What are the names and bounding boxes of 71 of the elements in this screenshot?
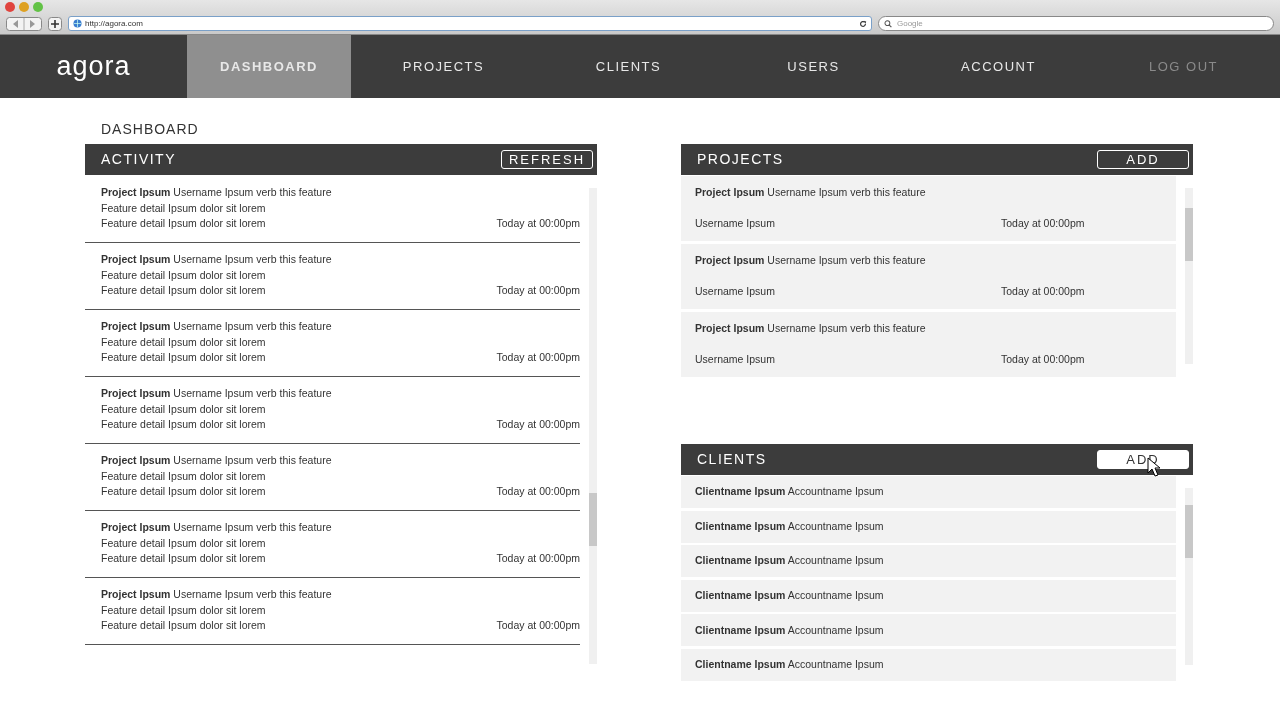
timestamp: Today at 00:00pm [496, 350, 580, 365]
project-user: Username Ipsum [695, 216, 775, 231]
timestamp: Today at 00:00pm [1001, 352, 1085, 367]
project-headline: Project Ipsum Username Ipsum verb this feature [695, 321, 927, 336]
activity-headline: Project Ipsum Username Ipsum verb this feature [101, 587, 333, 602]
nav-tab[interactable]: PROJECTS [351, 35, 536, 98]
activity-headline: Project Ipsum Username Ipsum verb this feature [101, 453, 333, 468]
timestamp: Today at 00:00pm [496, 618, 580, 633]
reload-icon[interactable] [859, 19, 867, 28]
nav-tab[interactable]: USERS [721, 35, 906, 98]
search-placeholder: Google [897, 17, 923, 30]
nav-tab[interactable]: ACCOUNT [906, 35, 1091, 98]
activity-detail: Feature detail Ipsum dolor sit lorem [101, 618, 266, 633]
activity-detail: Feature detail Ipsum dolor sit lorem [101, 334, 266, 350]
activity-detail: Feature detail Ipsum dolor sit lorem [101, 267, 266, 283]
project-headline: Project Ipsum Username Ipsum verb this feature [695, 253, 927, 268]
client-row[interactable]: Clientname Ipsum Accountname Ipsum [681, 614, 1176, 647]
client-row[interactable]: Clientname Ipsum Accountname Ipsum [681, 545, 1176, 578]
client-row[interactable]: Clientname Ipsum Accountname Ipsum [681, 579, 1176, 612]
activity-detail: Feature detail Ipsum dolor sit lorem [101, 602, 266, 618]
scrollbar[interactable] [1185, 488, 1193, 665]
project-row[interactable]: Project Ipsum Username Ipsum verb this feature Username Ipsum Today at 00:00pm [681, 244, 1176, 309]
logo[interactable]: agora [0, 35, 187, 98]
add-button[interactable]: ADD [1097, 150, 1189, 169]
activity-detail: Feature detail Ipsum dolor sit lorem [101, 484, 266, 499]
activity-detail: Feature detail Ipsum dolor sit lorem [101, 283, 266, 298]
project-user: Username Ipsum [695, 352, 775, 367]
timestamp: Today at 00:00pm [496, 283, 580, 298]
activity-detail: Feature detail Ipsum dolor sit lorem [101, 535, 266, 551]
globe-icon [73, 19, 82, 28]
activity-detail: Feature detail Ipsum dolor sit lorem [101, 551, 266, 566]
search-icon [884, 19, 894, 28]
back-forward-icon[interactable] [6, 16, 42, 31]
client-row[interactable]: Clientname Ipsum Accountname Ipsum [681, 648, 1176, 681]
panel-title: PROJECTS [697, 150, 784, 169]
zoom-icon[interactable] [33, 2, 43, 12]
timestamp: Today at 00:00pm [496, 216, 580, 231]
activity-headline: Project Ipsum Username Ipsum verb this feature [101, 319, 333, 334]
activity-detail: Feature detail Ipsum dolor sit lorem [101, 468, 266, 484]
activity-headline: Project Ipsum Username Ipsum verb this feature [101, 185, 333, 200]
timestamp: Today at 00:00pm [496, 551, 580, 566]
timestamp: Today at 00:00pm [496, 484, 580, 499]
client-row[interactable]: Clientname Ipsum Accountname Ipsum [681, 510, 1176, 543]
minimize-icon[interactable] [19, 2, 29, 12]
project-row[interactable]: Project Ipsum Username Ipsum verb this feature Username Ipsum Today at 00:00pm [681, 176, 1176, 241]
nav-tab[interactable]: CLIENTS [536, 35, 721, 98]
activity-headline: Project Ipsum Username Ipsum verb this feature [101, 252, 333, 267]
activity-detail: Feature detail Ipsum dolor sit lorem [101, 350, 266, 365]
timestamp: Today at 00:00pm [1001, 216, 1085, 231]
activity-detail: Feature detail Ipsum dolor sit lorem [101, 401, 266, 417]
refresh-button[interactable]: REFRESH [501, 150, 593, 169]
project-headline: Project Ipsum Username Ipsum verb this feature [695, 185, 927, 200]
url-field[interactable]: http://agora.com [68, 16, 872, 31]
timestamp: Today at 00:00pm [1001, 284, 1085, 299]
project-user: Username Ipsum [695, 284, 775, 299]
activity-detail: Feature detail Ipsum dolor sit lorem [101, 200, 266, 216]
panel-title: CLIENTS [697, 450, 767, 469]
activity-headline: Project Ipsum Username Ipsum verb this feature [101, 386, 333, 401]
panel-title: ACTIVITY [101, 150, 176, 169]
activity-detail: Feature detail Ipsum dolor sit lorem [101, 216, 266, 231]
close-icon[interactable] [5, 2, 15, 12]
client-row[interactable]: Clientname Ipsum Accountname Ipsum [681, 476, 1176, 508]
activity-headline: Project Ipsum Username Ipsum verb this feature [101, 520, 333, 535]
scrollbar[interactable] [589, 188, 597, 664]
timestamp: Today at 00:00pm [496, 417, 580, 432]
project-row[interactable]: Project Ipsum Username Ipsum verb this feature Username Ipsum Today at 00:00pm [681, 312, 1176, 377]
page-title: DASHBOARD [101, 120, 200, 139]
scrollbar[interactable] [1185, 188, 1193, 364]
url-text: http://agora.com [85, 17, 143, 30]
activity-detail: Feature detail Ipsum dolor sit lorem [101, 417, 266, 432]
add-icon[interactable] [48, 16, 62, 31]
